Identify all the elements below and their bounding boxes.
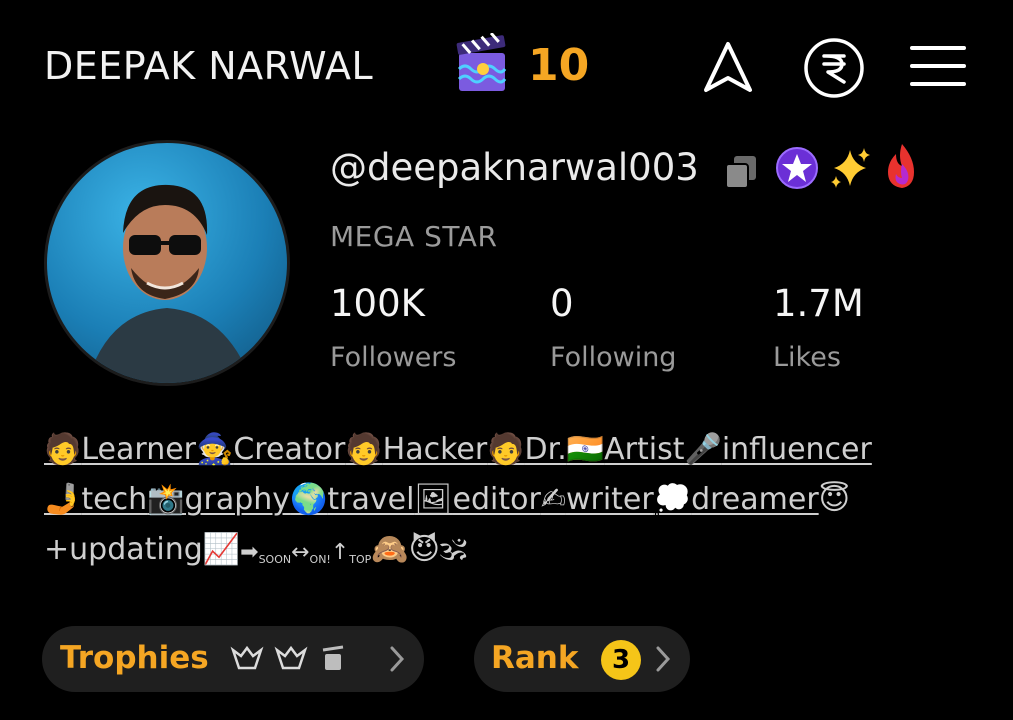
bio-tag: graphy bbox=[184, 482, 291, 517]
bio-updating: +updating bbox=[44, 532, 203, 567]
rank-value-badge: 3 bbox=[601, 640, 641, 680]
globe-icon: 🌍 bbox=[290, 482, 328, 517]
trophies-label: Trophies bbox=[60, 640, 209, 676]
halo-face-icon: 😇 bbox=[818, 482, 850, 517]
rank-button[interactable]: Rank 3 bbox=[474, 626, 690, 692]
on-label: ON! bbox=[309, 553, 331, 566]
top-label: TOP bbox=[349, 553, 372, 566]
followers-label[interactable]: Followers bbox=[330, 342, 456, 373]
trophies-button[interactable]: Trophies bbox=[42, 626, 424, 692]
trophy-icons bbox=[230, 645, 344, 670]
avatar-photo bbox=[87, 184, 252, 383]
chevron-right-icon bbox=[390, 646, 405, 672]
doctor-emoji-icon: 🧑 bbox=[487, 432, 525, 467]
followers-count[interactable]: 100K bbox=[330, 282, 425, 325]
chart-up-icon: 📈 bbox=[202, 532, 241, 567]
bio-tag: Dr. bbox=[524, 432, 567, 467]
bio-tag: Creator bbox=[233, 432, 346, 467]
bio-tag: dreamer bbox=[691, 482, 819, 517]
clapperboard-icon bbox=[456, 33, 507, 91]
soon-label: SOON bbox=[258, 553, 292, 566]
bio-tag: tech bbox=[81, 482, 148, 517]
bio-line-1: 🧑Learner🧙Creator🧑Hacker🧑Dr.🇮🇳Artist🎤infl… bbox=[44, 432, 872, 467]
username: @deepaknarwal003 bbox=[330, 146, 699, 189]
following-count[interactable]: 0 bbox=[550, 282, 574, 325]
microphone-icon: 🎤 bbox=[684, 432, 722, 467]
wizard-emoji-icon: 🧙 bbox=[196, 432, 234, 467]
right-arrow-icon: ➡ bbox=[240, 540, 259, 565]
profile-name: DEEPAK NARWAL bbox=[44, 44, 374, 88]
reel-count: 10 bbox=[528, 40, 590, 91]
smiling-devil-icon: 😈 bbox=[408, 532, 440, 567]
bio-tag: Learner bbox=[81, 432, 196, 467]
bio-tag: Artist bbox=[604, 432, 685, 467]
technologist-emoji-icon: 🧑 bbox=[345, 432, 383, 467]
sparkles-icon bbox=[831, 148, 870, 188]
chevron-right-icon bbox=[656, 646, 671, 672]
learner-emoji-icon: 🧑 bbox=[44, 432, 82, 467]
menu-icon[interactable] bbox=[908, 42, 968, 90]
bio-tag: writer bbox=[565, 482, 654, 517]
bio-line-3: +updating📈➡SOON↔ON!↑TOP🙈😈🕉 bbox=[44, 532, 467, 567]
bio-tag: travel bbox=[327, 482, 415, 517]
bio-tag: editor bbox=[452, 482, 541, 517]
bio-tag: Hacker bbox=[382, 432, 488, 467]
up-arrow-icon: ↑ bbox=[330, 540, 350, 565]
left-right-arrow-icon: ↔ bbox=[291, 540, 310, 565]
camera-flash-icon: 📸 bbox=[147, 482, 185, 517]
navigation-icon[interactable] bbox=[698, 38, 758, 98]
framed-picture-icon: 🖼 bbox=[414, 482, 453, 517]
avatar[interactable] bbox=[44, 140, 290, 386]
writing-hand-icon: ✍ bbox=[540, 482, 566, 517]
bio-line-2: 🤳tech📸graphy🌍travel🖼editor✍writer💭dreame… bbox=[44, 482, 850, 517]
tier-label: MEGA STAR bbox=[330, 220, 498, 253]
copy-icon[interactable] bbox=[722, 154, 760, 190]
likes-count: 1.7M bbox=[773, 282, 864, 325]
india-flag-icon: 🇮🇳 bbox=[566, 432, 605, 467]
rank-label: Rank bbox=[491, 640, 579, 676]
selfie-emoji-icon: 🤳 bbox=[44, 482, 82, 517]
likes-label: Likes bbox=[773, 342, 841, 373]
star-badge-icon bbox=[776, 147, 818, 189]
bio-tag: influencer bbox=[721, 432, 872, 467]
thought-bubble-icon: 💭 bbox=[653, 482, 692, 517]
see-no-evil-monkey-icon: 🙈 bbox=[371, 532, 409, 567]
fire-icon bbox=[888, 144, 914, 188]
following-label[interactable]: Following bbox=[550, 342, 676, 373]
om-icon: 🕉 bbox=[439, 532, 467, 567]
rupee-icon[interactable] bbox=[802, 36, 866, 100]
